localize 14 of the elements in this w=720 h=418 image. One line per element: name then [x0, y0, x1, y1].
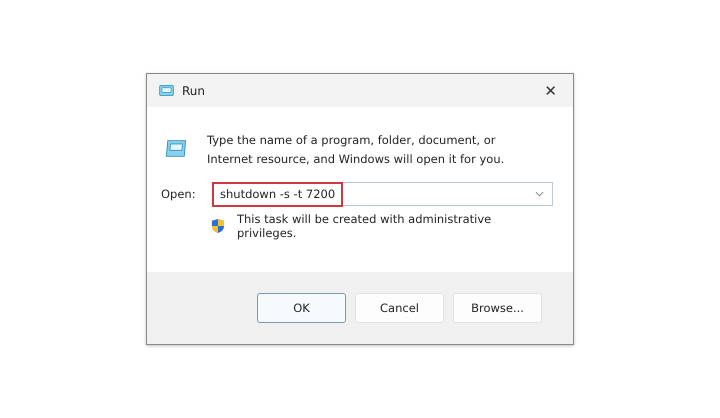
instruction-text: Type the name of a program, folder, document, or Internet resource, and Windows will open it for you.	[207, 132, 506, 168]
shield-icon	[211, 218, 225, 234]
privilege-notice: This task will be created with administrative privileges.	[236, 212, 492, 240]
close-button[interactable]: ✕	[538, 80, 563, 102]
dialog-button[interactable]: Browse...	[453, 293, 542, 323]
dialog-button[interactable]: Cancel	[355, 293, 444, 323]
window-title: Run	[182, 84, 206, 98]
command-text: shutdown -s -t 7200	[212, 182, 344, 206]
command-combo-box[interactable]: shutdown -s -t 7200	[212, 182, 553, 206]
run-icon	[159, 85, 174, 96]
dialog-button[interactable]: OK	[257, 293, 346, 323]
run-icon	[165, 139, 187, 158]
open-label: Open:	[161, 187, 197, 201]
dropdown-chevron-icon[interactable]	[535, 191, 544, 197]
